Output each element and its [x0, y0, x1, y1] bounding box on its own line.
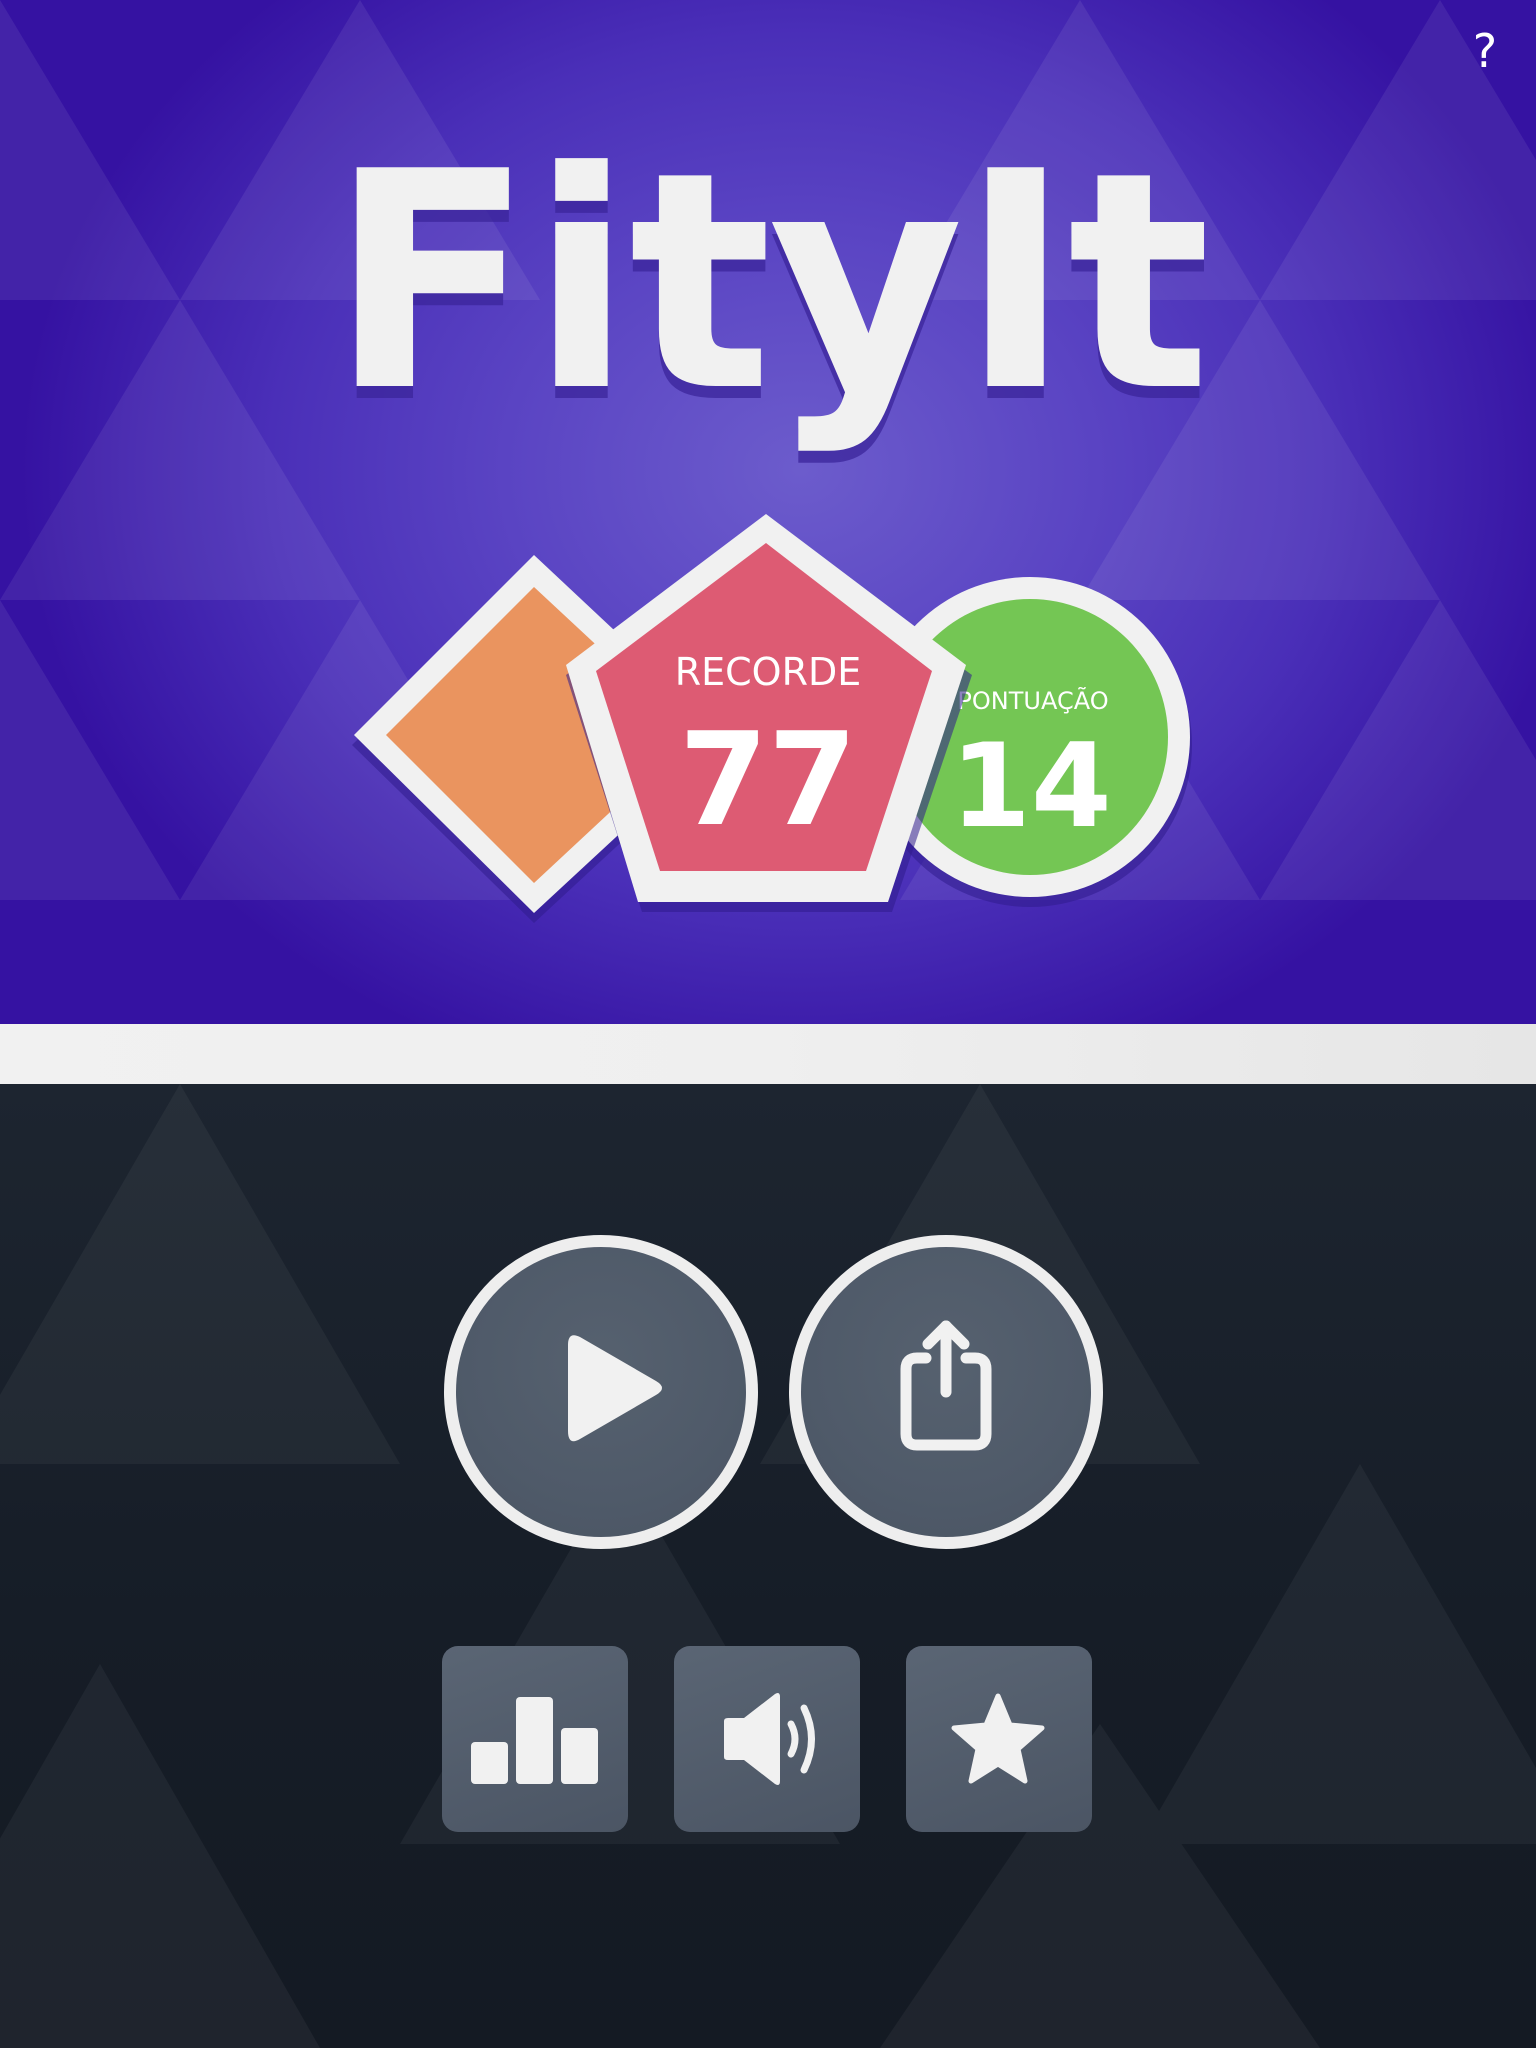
panel-divider [0, 1024, 1536, 1084]
play-icon [568, 1335, 662, 1442]
leaderboard-button[interactable] [442, 1646, 628, 1832]
bottom-panel [0, 1084, 1536, 2048]
record-pentagon: RECORDE 77 [566, 514, 966, 902]
game-menu-screen: ? FityIt FityIt PONTUAÇÃO 14 RECORDE 77 [0, 0, 1536, 2048]
star-icon [951, 1693, 1045, 1784]
rate-button[interactable] [906, 1646, 1092, 1832]
play-button[interactable] [444, 1235, 758, 1549]
record-value: 77 [679, 706, 857, 855]
top-panel: ? FityIt FityIt PONTUAÇÃO 14 RECORDE 77 [0, 0, 1536, 1024]
share-button[interactable] [789, 1235, 1103, 1549]
score-shapes: PONTUAÇÃO 14 RECORDE 77 [352, 514, 1192, 923]
speaker-icon [724, 1693, 815, 1785]
score-value: 14 [950, 719, 1111, 854]
share-icon [900, 1320, 992, 1451]
background-triangle-pattern [0, 1084, 1536, 2048]
sound-button[interactable] [674, 1646, 860, 1832]
record-label: RECORDE [675, 650, 862, 694]
bar-chart-icon [471, 1697, 598, 1784]
score-label: PONTUAÇÃO [957, 685, 1108, 715]
